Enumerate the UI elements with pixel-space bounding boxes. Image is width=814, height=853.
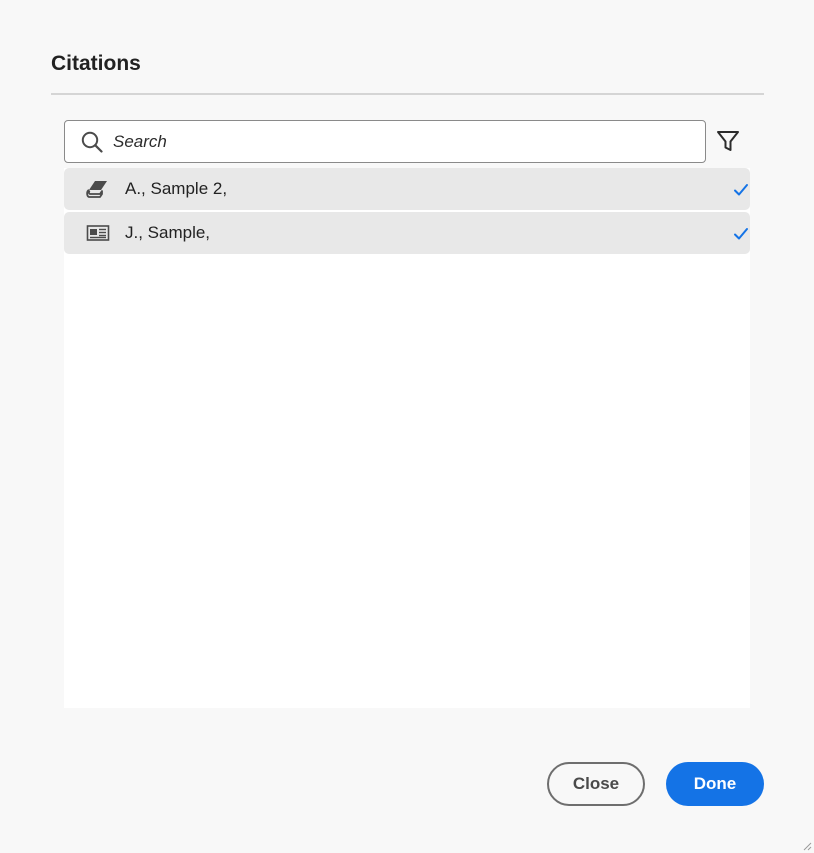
- list-item[interactable]: A., Sample 2,: [64, 168, 750, 210]
- search-icon: [81, 131, 103, 153]
- citation-list: A., Sample 2, J., Sample,: [64, 168, 750, 708]
- search-input[interactable]: [113, 121, 693, 162]
- citations-dialog: Citations A., Sample 2,: [0, 0, 814, 853]
- checkmark-icon: [734, 228, 748, 240]
- title-divider: [51, 93, 764, 95]
- resize-grip-icon[interactable]: [802, 841, 812, 851]
- filter-icon[interactable]: [714, 127, 742, 155]
- list-item[interactable]: J., Sample,: [64, 212, 750, 254]
- book-icon: [86, 181, 107, 198]
- search-field[interactable]: [64, 120, 706, 163]
- done-button[interactable]: Done: [666, 762, 764, 806]
- newspaper-icon: [86, 225, 110, 241]
- list-item-label: A., Sample 2,: [125, 179, 228, 198]
- close-button[interactable]: Close: [547, 762, 645, 806]
- list-item-label: J., Sample,: [125, 223, 211, 242]
- checkmark-icon: [734, 184, 748, 196]
- dialog-title: Citations: [51, 52, 141, 75]
